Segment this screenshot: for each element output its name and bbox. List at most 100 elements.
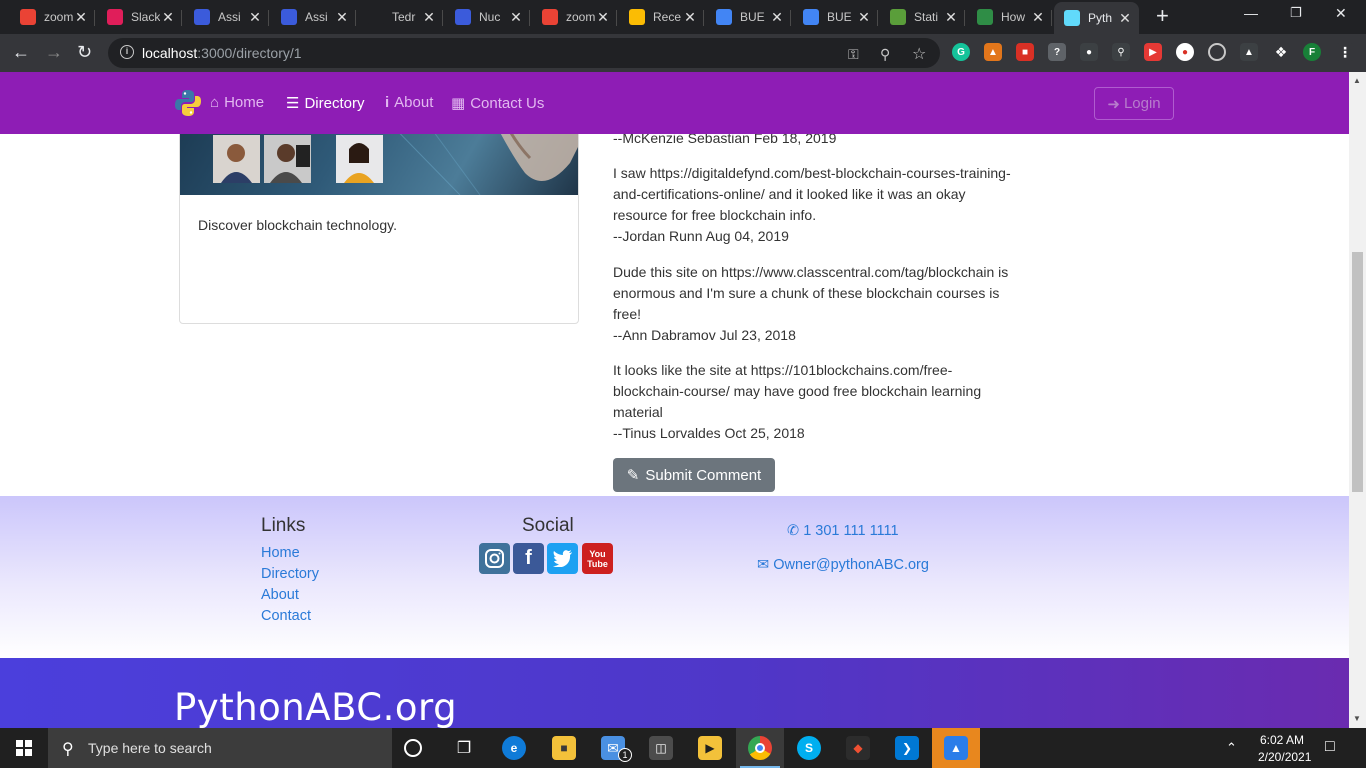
comment-author: --Jordan Runn Aug 04, 2019 [613, 228, 789, 244]
nav-home[interactable]: ⌂ Home [210, 94, 264, 111]
python-logo-icon[interactable] [174, 89, 202, 117]
extension-search-icon[interactable]: ⚲ [1112, 43, 1130, 61]
extension-red-icon[interactable]: ■ [1016, 43, 1034, 61]
submit-comment-button[interactable]: ✎ Submit Comment [613, 458, 775, 492]
windows-start-icon[interactable] [16, 740, 32, 756]
photos-icon[interactable]: ▲ [944, 736, 968, 760]
close-tab-icon[interactable]: ✕ [508, 9, 524, 26]
browser-tab[interactable]: BUE ✕ [706, 4, 791, 30]
scroll-up-icon[interactable]: ▲ [1353, 76, 1361, 85]
nav-about[interactable]: i About [385, 94, 433, 111]
assignment-icon [455, 9, 471, 25]
footer-link-home[interactable]: Home [261, 545, 300, 561]
site-info-icon[interactable]: i [120, 45, 134, 59]
media-app-icon[interactable]: ▶ [698, 736, 722, 760]
tab-separator [616, 10, 617, 26]
browser-tab[interactable]: Tedr ✕ [358, 4, 443, 30]
restore-button[interactable]: ❐ [1290, 5, 1302, 21]
forward-icon[interactable]: → [45, 42, 63, 62]
nav-directory[interactable]: ☰ Directory [286, 94, 364, 113]
reload-icon[interactable]: ↻ [77, 42, 92, 62]
notifications-icon[interactable]: □ [1325, 738, 1335, 756]
grammarly-icon[interactable]: G [952, 43, 970, 61]
store-icon[interactable]: ◫ [649, 736, 673, 760]
browser-tab[interactable]: Nuc ✕ [445, 4, 530, 30]
browser-tab[interactable]: Slack ✕ [97, 4, 182, 30]
skype-icon[interactable]: S [797, 736, 821, 760]
tab-separator [181, 10, 182, 26]
key-icon[interactable]: ⚿ [848, 46, 859, 63]
browser-tab[interactable]: Pyth ✕ [1054, 2, 1139, 34]
file-explorer-icon[interactable]: ■ [552, 736, 576, 760]
browser-tab[interactable]: Stati ✕ [880, 4, 965, 30]
extension-camera-icon[interactable]: ● [1080, 43, 1098, 61]
task-view-icon[interactable]: ❐ [452, 736, 476, 760]
close-window-button[interactable]: ✕ [1335, 5, 1347, 22]
close-tab-icon[interactable]: ✕ [334, 9, 350, 26]
browser-tab[interactable]: zoom ✕ [10, 4, 95, 30]
close-tab-icon[interactable]: ✕ [73, 9, 89, 26]
tab-title: BUE [827, 10, 852, 24]
extensions-puzzle-icon[interactable]: ❖ [1272, 43, 1290, 61]
back-icon[interactable]: ← [12, 42, 30, 62]
browser-tab[interactable]: Assi ✕ [184, 4, 269, 30]
close-tab-icon[interactable]: ✕ [769, 9, 785, 26]
extension-video-icon[interactable]: ▶ [1144, 43, 1162, 61]
footer-link-about[interactable]: About [261, 587, 299, 603]
footer-email[interactable]: ✉ Owner@pythonABC.org [757, 557, 929, 573]
close-tab-icon[interactable]: ✕ [160, 9, 176, 26]
close-tab-icon[interactable]: ✕ [421, 9, 437, 26]
bookmark-star-icon[interactable]: ☆ [912, 44, 926, 64]
extension-record-icon[interactable]: ● [1176, 43, 1194, 61]
tab-separator [877, 10, 878, 26]
taskbar-search[interactable]: ⚲ Type here to search [48, 728, 392, 768]
vscode-icon[interactable]: ❯ [895, 736, 919, 760]
clock[interactable]: 6:02 AM 2/20/2021 [1258, 733, 1311, 764]
envelope-icon: ✉ [757, 557, 770, 573]
github-icon [368, 9, 384, 25]
docs-icon [716, 9, 732, 25]
site-navbar: ⌂ Home ☰ Directory i About ▦ Contact Us ➜ Log… [0, 72, 1349, 134]
extension-image-icon[interactable]: ▲ [1240, 43, 1258, 61]
zoom-icon[interactable]: ⚲ [880, 46, 890, 63]
close-tab-icon[interactable]: ✕ [856, 9, 872, 26]
facebook-icon[interactable]: f [513, 543, 544, 574]
page-scrollbar[interactable]: ▲ ▼ [1349, 72, 1366, 728]
browser-tab[interactable]: zoom ✕ [532, 4, 617, 30]
minimize-button[interactable]: — [1244, 5, 1258, 21]
close-tab-icon[interactable]: ✕ [682, 9, 698, 26]
chrome-icon[interactable] [748, 736, 772, 760]
extension-help-icon[interactable]: ? [1048, 43, 1066, 61]
footer-link-directory[interactable]: Directory [261, 566, 319, 582]
directory-card[interactable]: Discover blockchain technology. [179, 112, 579, 324]
browser-tab[interactable]: BUE ✕ [793, 4, 878, 30]
browser-menu-icon[interactable]: ⋮ [1336, 43, 1354, 61]
close-tab-icon[interactable]: ✕ [595, 9, 611, 26]
git-icon[interactable]: ◆ [846, 736, 870, 760]
login-button[interactable]: ➜ Login [1094, 87, 1174, 120]
youtube-icon[interactable]: You Tube [582, 543, 613, 574]
scroll-down-icon[interactable]: ▼ [1353, 714, 1361, 723]
metamask-icon[interactable]: ▲ [984, 43, 1002, 61]
footer-link-contact[interactable]: Contact [261, 608, 311, 624]
instagram-icon[interactable] [479, 543, 510, 574]
address-bar[interactable]: i localhost:3000/directory/1 ⚿ ⚲ ☆ [108, 38, 940, 68]
close-tab-icon[interactable]: ✕ [1030, 9, 1046, 26]
tray-chevron-icon[interactable]: ⌃ [1226, 740, 1237, 756]
close-tab-icon[interactable]: ✕ [943, 9, 959, 26]
edge-icon[interactable]: e [502, 736, 526, 760]
browser-tab[interactable]: Rece ✕ [619, 4, 704, 30]
browser-tab[interactable]: Assi ✕ [271, 4, 356, 30]
close-tab-icon[interactable]: ✕ [247, 9, 263, 26]
cortana-icon[interactable] [404, 739, 422, 757]
comment-author: --Tinus Lorvaldes Oct 25, 2018 [613, 425, 805, 441]
twitter-icon[interactable] [547, 543, 578, 574]
nav-contact[interactable]: ▦ Contact Us [451, 94, 544, 113]
close-tab-icon[interactable]: ✕ [1117, 10, 1133, 27]
browser-tab[interactable]: How ✕ [967, 4, 1052, 30]
new-tab-button[interactable]: + [1156, 5, 1169, 27]
footer-phone[interactable]: ✆ 1 301 111 1111 [787, 523, 899, 539]
profile-avatar[interactable]: F [1303, 43, 1321, 61]
scrollbar-thumb[interactable] [1352, 252, 1363, 492]
extension-target-icon[interactable] [1208, 43, 1226, 61]
